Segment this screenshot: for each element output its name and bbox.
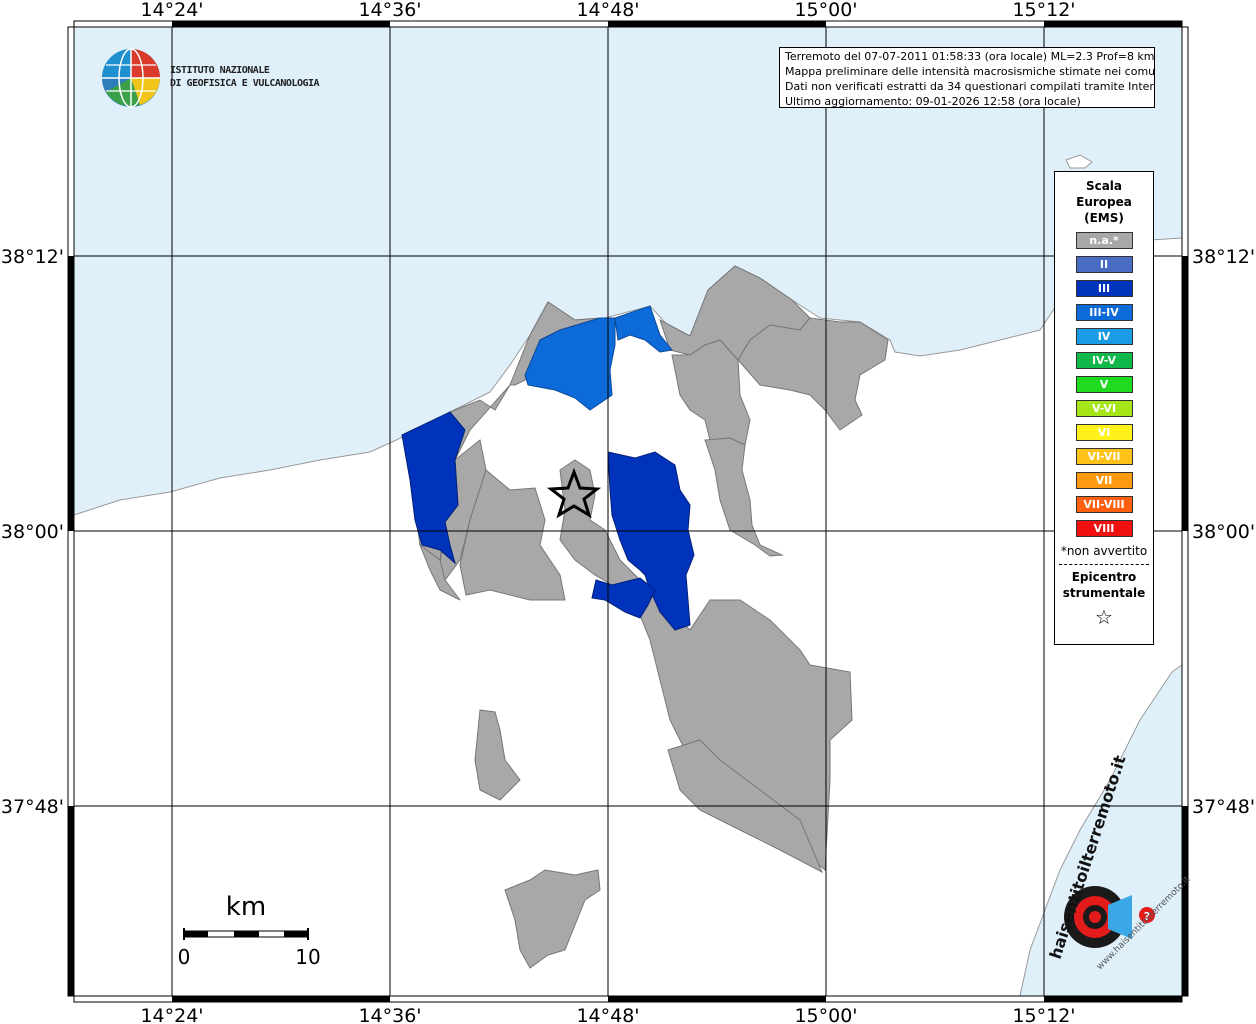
lat-label: 38°12' — [1, 246, 64, 268]
globe-icon — [102, 48, 160, 108]
lon-label: 15°00' — [794, 1005, 857, 1024]
lon-label: 14°36' — [358, 0, 421, 21]
legend-title: Scala Europea (EMS) — [1055, 178, 1153, 226]
event-info-line: Dati non verificati estratti da 34 quest… — [785, 80, 1155, 93]
legend-swatch: VIII — [1075, 520, 1133, 537]
legend-swatch: VI — [1075, 424, 1133, 441]
lat-label: 37°48' — [1, 796, 64, 818]
legend-swatch: VI-VII — [1075, 448, 1133, 465]
lat-labels-left: 38°12' 38°00' 37°48' — [1, 246, 64, 818]
legend-swatch: n.a.* — [1075, 232, 1133, 249]
lon-label: 14°36' — [358, 1005, 421, 1024]
lon-labels-bottom: 14°24' 14°36' 14°48' 15°00' 15°12' — [140, 1005, 1075, 1024]
lon-label: 14°24' — [140, 1005, 203, 1024]
legend-swatch: IV-V — [1075, 352, 1133, 369]
lon-label: 14°24' — [140, 0, 203, 21]
lon-label: 15°12' — [1012, 1005, 1075, 1024]
legend: Scala Europea (EMS) n.a.* II III III-IV IV IV… — [1054, 171, 1154, 645]
legend-swatch: III-IV — [1075, 304, 1133, 321]
lat-labels-right: 38°12' 38°00' 37°48' — [1192, 246, 1255, 818]
legend-epicenter-line: strumentale — [1062, 586, 1146, 600]
legend-swatch: V-VI — [1075, 400, 1133, 417]
event-info-line: Mappa preliminare delle intensità macros… — [785, 65, 1155, 78]
legend-note: *non avvertito — [1060, 544, 1148, 558]
event-info-line: Terremoto del 07-07-2011 01:58:33 (ora l… — [785, 50, 1155, 63]
legend-swatch: VII — [1075, 472, 1133, 489]
ingv-logo-line1: ISTITUTO NAZIONALE — [170, 65, 270, 76]
scale-unit: km — [226, 892, 266, 922]
legend-title-line: Scala — [1085, 179, 1123, 193]
ingv-logo: ISTITUTO NAZIONALE DI GEOFISICA E VULCAN… — [100, 47, 360, 111]
lon-label: 14°48' — [576, 0, 639, 21]
lon-label: 15°00' — [794, 0, 857, 21]
legend-epicenter-line: Epicentro — [1071, 570, 1137, 584]
legend-swatch: IV — [1075, 328, 1133, 345]
legend-star-icon: ☆ — [1095, 605, 1113, 629]
lat-label: 38°12' — [1192, 246, 1255, 268]
ingv-logo-line2: DI GEOFISICA E VULCANOLOGIA — [170, 78, 320, 89]
event-info-box: Terremoto del 07-07-2011 01:58:33 (ora l… — [779, 47, 1155, 108]
lon-label: 14°48' — [576, 1005, 639, 1024]
lat-label: 38°00' — [1192, 521, 1255, 543]
scale-end: 10 — [295, 945, 320, 969]
legend-title-line: (EMS) — [1084, 211, 1124, 225]
legend-separator — [1059, 564, 1149, 565]
lat-label: 38°00' — [1, 521, 64, 543]
legend-title-line: Europea — [1076, 195, 1132, 209]
legend-swatch: II — [1075, 256, 1133, 273]
scale-start: 0 — [178, 945, 191, 969]
lon-labels-top: 14°24' 14°36' 14°48' 15°00' 15°12' — [140, 0, 1075, 21]
event-info-line: Ultimo aggiornamento: 09-01-2026 12:58 (… — [785, 95, 1081, 108]
lon-label: 15°12' — [1012, 0, 1075, 21]
legend-swatch: III — [1075, 280, 1133, 297]
lat-label: 37°48' — [1192, 796, 1255, 818]
legend-swatch: VII-VIII — [1075, 496, 1133, 513]
legend-items: n.a.* II III III-IV IV IV-V V V-VI VI VI-VII VII VI… — [1055, 232, 1153, 537]
legend-epicenter-title: Epicentro strumentale — [1055, 569, 1153, 601]
legend-swatch: V — [1075, 376, 1133, 393]
